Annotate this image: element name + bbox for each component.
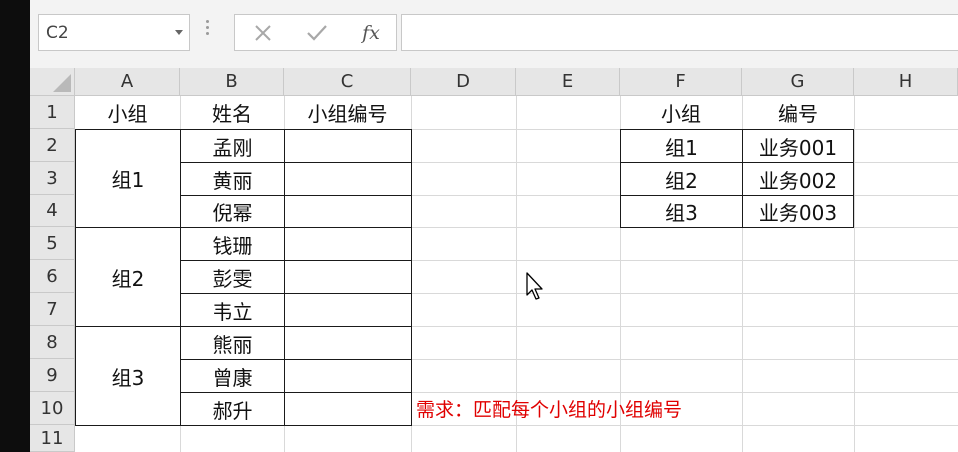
cell-c7[interactable]	[284, 293, 412, 327]
column-header-a[interactable]: A	[75, 68, 180, 96]
cell-g3[interactable]: 业务002	[742, 162, 854, 196]
cell-f1[interactable]: 小组	[620, 96, 742, 129]
cell-b9[interactable]: 曾康	[180, 359, 285, 393]
cell-f3[interactable]: 组2	[620, 162, 743, 196]
cell-c3[interactable]	[284, 162, 412, 196]
cell-b6[interactable]: 彭雯	[180, 260, 285, 294]
close-icon[interactable]	[243, 17, 283, 49]
row-header-10[interactable]: 10	[30, 392, 75, 425]
formula-toolbar: C2 fx	[30, 0, 958, 68]
cell-f2[interactable]: 组1	[620, 129, 743, 163]
cell-b3[interactable]: 黄丽	[180, 162, 285, 196]
cell-b1[interactable]: 姓名	[180, 96, 284, 129]
insert-function-button[interactable]: fx	[351, 17, 391, 49]
cell-f4[interactable]: 组3	[620, 195, 743, 228]
formula-buttons: fx	[234, 14, 397, 51]
check-icon[interactable]	[297, 17, 337, 49]
cell-c8[interactable]	[284, 326, 412, 360]
column-header-f[interactable]: F	[620, 68, 742, 96]
row-header-4[interactable]: 4	[30, 195, 75, 227]
row-header-2[interactable]: 2	[30, 129, 75, 162]
cell-c1[interactable]: 小组编号	[284, 96, 411, 129]
cell-c2[interactable]	[284, 129, 412, 163]
row-header-6[interactable]: 6	[30, 260, 75, 293]
row-header-8[interactable]: 8	[30, 326, 75, 359]
cell-c6[interactable]	[284, 260, 412, 294]
column-header-c[interactable]: C	[284, 68, 411, 96]
cell-b2[interactable]: 孟刚	[180, 129, 285, 163]
cell-g1[interactable]: 编号	[742, 96, 854, 129]
row-header-5[interactable]: 5	[30, 227, 75, 260]
cell-a1[interactable]: 小组	[75, 96, 180, 129]
column-header-b[interactable]: B	[180, 68, 284, 96]
row-header-7[interactable]: 7	[30, 293, 75, 326]
row-header-3[interactable]: 3	[30, 162, 75, 195]
name-box[interactable]: C2	[38, 14, 190, 51]
mouse-pointer-icon	[526, 272, 546, 306]
window-edge	[0, 0, 30, 452]
select-all-button[interactable]	[30, 68, 75, 96]
cell-b7[interactable]: 韦立	[180, 293, 285, 327]
drag-handle-icon[interactable]	[206, 20, 210, 40]
column-header-e[interactable]: E	[516, 68, 620, 96]
cell-b5[interactable]: 钱珊	[180, 227, 285, 261]
cell-a8-merged[interactable]: 组3	[75, 326, 181, 426]
column-header-d[interactable]: D	[411, 68, 516, 96]
cell-a5-merged[interactable]: 组2	[75, 227, 181, 327]
name-box-value: C2	[46, 23, 69, 43]
chevron-down-icon[interactable]	[175, 30, 183, 35]
spreadsheet-grid[interactable]: A B C D E F G H 1 2 3 4 5 6 7 8 9 10 11 …	[30, 68, 958, 452]
cell-c10[interactable]	[284, 392, 412, 426]
cell-c4[interactable]	[284, 195, 412, 228]
formula-input[interactable]	[401, 14, 958, 51]
row-header-1[interactable]: 1	[30, 96, 75, 129]
row-header-11[interactable]: 11	[30, 425, 75, 452]
requirement-note[interactable]: 需求：匹配每个小组的小组编号	[416, 395, 682, 422]
cell-g2[interactable]: 业务001	[742, 129, 854, 163]
column-header-g[interactable]: G	[742, 68, 854, 96]
cell-a2-merged[interactable]: 组1	[75, 129, 181, 228]
cell-c9[interactable]	[284, 359, 412, 393]
row-header-9[interactable]: 9	[30, 359, 75, 392]
cell-c5[interactable]	[284, 227, 412, 261]
cell-b4[interactable]: 倪幂	[180, 195, 285, 228]
cell-b8[interactable]: 熊丽	[180, 326, 285, 360]
cell-g4[interactable]: 业务003	[742, 195, 854, 228]
cell-b10[interactable]: 郝升	[180, 392, 285, 426]
column-header-h[interactable]: H	[854, 68, 958, 96]
